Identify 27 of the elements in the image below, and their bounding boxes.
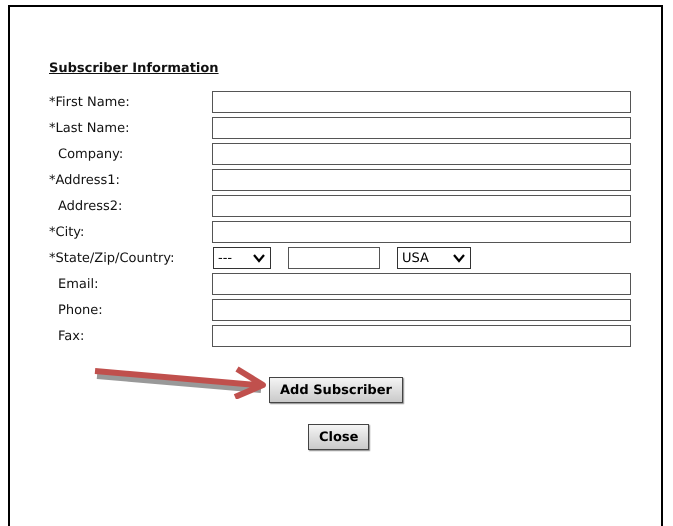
field-label: *Last Name:	[49, 120, 130, 136]
field-label: Phone:	[57, 302, 104, 318]
chevron-down-icon	[252, 253, 266, 263]
input-field[interactable]	[212, 91, 631, 113]
field-label: *City:	[49, 224, 86, 240]
close-button[interactable]: Close	[308, 424, 370, 450]
input-field[interactable]	[212, 221, 631, 243]
input-field[interactable]	[212, 325, 631, 347]
country-select[interactable]: USA	[397, 247, 471, 269]
field-label: *Address1:	[49, 172, 121, 188]
input-field[interactable]	[212, 169, 631, 191]
field-label: Fax:	[57, 328, 86, 344]
input-field[interactable]	[212, 195, 631, 217]
field-label: *First Name:	[49, 94, 131, 110]
section-heading: Subscriber Information	[49, 61, 220, 76]
field-label: Email:	[57, 276, 100, 292]
chevron-down-icon	[452, 253, 466, 263]
input-field[interactable]	[212, 273, 631, 295]
state-select[interactable]: ---	[213, 247, 271, 269]
add-subscriber-button[interactable]: Add Subscriber	[269, 377, 403, 403]
field-label: *State/Zip/Country:	[49, 250, 176, 266]
input-field[interactable]	[212, 143, 631, 165]
input-field[interactable]	[212, 117, 631, 139]
input-field[interactable]	[212, 299, 631, 321]
field-label: Address2:	[57, 198, 124, 214]
field-label: Company:	[57, 146, 124, 162]
zip-field[interactable]	[288, 247, 380, 269]
